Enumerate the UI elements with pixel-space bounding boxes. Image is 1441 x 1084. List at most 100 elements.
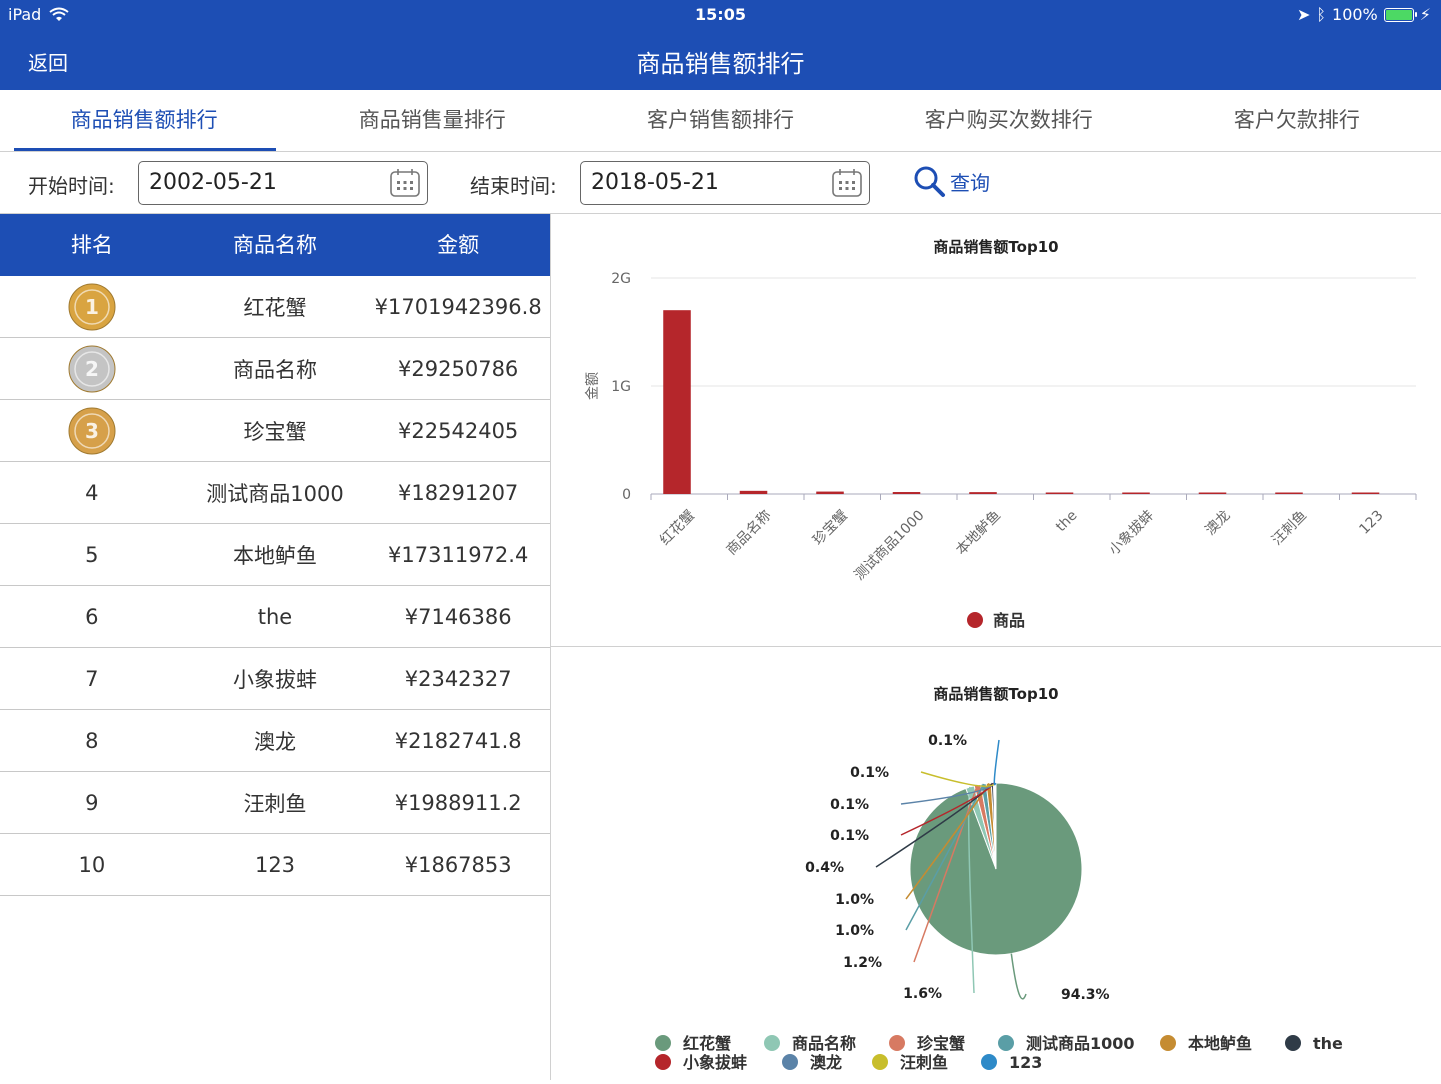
tab-customer-debt[interactable]: 客户欠款排行	[1153, 90, 1441, 151]
y-tick-label: 0	[622, 487, 631, 503]
table-row[interactable]: 1 红花蟹 ¥1701942396.8	[0, 276, 550, 338]
product-name-cell: 汪刺鱼	[243, 791, 307, 816]
x-tick-label: 123	[1356, 508, 1386, 538]
product-name-cell: the	[257, 604, 293, 629]
legend-marker	[655, 1035, 671, 1051]
bar[interactable]	[663, 310, 691, 494]
rank-cell: 5	[85, 542, 99, 567]
medal-rank: 3	[85, 419, 99, 443]
amount-cell: ¥7146386	[404, 604, 512, 629]
legend-marker	[655, 1054, 671, 1070]
table-row[interactable]: 9 汪刺鱼 ¥1988911.2	[0, 772, 550, 834]
pie-percent-label: 1.2%	[843, 955, 882, 971]
rank-cell: 1	[0, 283, 184, 331]
legend-label[interactable]: 珍宝蟹	[917, 1034, 965, 1053]
legend-marker	[782, 1054, 798, 1070]
pie-label-line	[1010, 953, 1027, 1000]
table-row[interactable]: 2 商品名称 ¥29250786	[0, 338, 550, 400]
x-tick-label: 本地鲈鱼	[952, 507, 1004, 559]
pie-percent-label: 1.0%	[835, 892, 874, 908]
y-tick-label: 2G	[611, 271, 631, 287]
table-row[interactable]: 8 澳龙 ¥2182741.8	[0, 710, 550, 772]
legend-label[interactable]: 本地鲈鱼	[1188, 1034, 1252, 1053]
tab-customer-purchase-count[interactable]: 客户购买次数排行	[865, 90, 1153, 151]
table-row[interactable]: 4 测试商品1000 ¥18291207	[0, 462, 550, 524]
amount-cell: ¥2342327	[404, 666, 512, 691]
x-tick-label: 珍宝蟹	[810, 508, 851, 549]
legend-marker	[872, 1054, 888, 1070]
legend-marker	[1160, 1035, 1176, 1051]
pie-percent-label: 1.6%	[903, 986, 942, 1002]
tab-bar: 商品销售额排行 商品销售量排行 客户销售额排行 客户购买次数排行 客户欠款排行	[0, 90, 1441, 152]
end-date-value: 2018-05-21	[591, 170, 719, 195]
bar[interactable]	[1045, 492, 1074, 495]
date-filter: 开始时间: 2002-05-21 结束时间: 2018-05-21 查询	[0, 152, 1441, 214]
legend-label[interactable]: the	[1313, 1034, 1343, 1053]
medal-icon: 3	[68, 407, 116, 454]
header-amount: 金额	[437, 233, 480, 257]
end-date-field[interactable]: 2018-05-21	[580, 161, 870, 205]
medal-icon: 2	[68, 345, 116, 392]
table-row[interactable]: 10 123 ¥1867853	[0, 834, 550, 896]
product-name-cell: 123	[254, 852, 296, 877]
bar[interactable]	[1122, 492, 1150, 495]
table-row[interactable]: 5 本地鲈鱼 ¥17311972.4	[0, 524, 550, 586]
y-tick-label: 1G	[611, 379, 631, 395]
bar-chart-title: 商品销售额Top10	[933, 238, 1058, 256]
table-row[interactable]: 7 小象拔蚌 ¥2342327	[0, 648, 550, 710]
pie-percent-label: 1.0%	[835, 923, 874, 939]
medal-rank: 1	[85, 295, 99, 319]
legend-label[interactable]: 小象拔蚌	[683, 1053, 747, 1072]
battery-icon	[1383, 7, 1417, 22]
product-name-cell: 红花蟹	[243, 295, 307, 320]
rank-cell: 9	[85, 790, 99, 815]
amount-cell: ¥17311972.4	[388, 542, 529, 567]
header-rank: 排名	[70, 233, 113, 257]
rank-cell: 8	[85, 728, 99, 753]
pie-chart-title: 商品销售额Top10	[933, 685, 1058, 703]
pie-slice[interactable]	[994, 782, 997, 870]
calendar-icon[interactable]	[831, 168, 863, 198]
x-tick-label: the	[1053, 508, 1081, 536]
rank-cell: 4	[85, 480, 99, 505]
calendar-icon[interactable]	[389, 168, 421, 198]
bar[interactable]	[816, 491, 844, 494]
bar[interactable]	[739, 490, 768, 494]
x-tick-label: 红花蟹	[657, 508, 698, 549]
query-label: 查询	[950, 170, 990, 195]
amount-cell: ¥1701942396.8	[374, 294, 542, 319]
legend-label[interactable]: 123	[1009, 1053, 1042, 1072]
table-row[interactable]: 3 珍宝蟹 ¥22542405	[0, 400, 550, 462]
bar[interactable]	[1351, 492, 1380, 495]
start-date-field[interactable]: 2002-05-21	[138, 161, 428, 205]
amount-cell: ¥1988911.2	[394, 790, 522, 815]
legend-label[interactable]: 红花蟹	[683, 1034, 731, 1053]
bar[interactable]	[1198, 492, 1227, 495]
legend-label[interactable]: 商品名称	[792, 1034, 856, 1053]
legend-label[interactable]: 测试商品1000	[1026, 1034, 1135, 1053]
status-time: 15:05	[695, 5, 746, 24]
product-name-cell: 澳龙	[254, 729, 296, 754]
legend-marker	[889, 1035, 905, 1051]
legend-marker	[998, 1035, 1014, 1051]
table-row[interactable]: 6 the ¥7146386	[0, 586, 550, 648]
legend-label[interactable]: 汪刺鱼	[900, 1053, 948, 1072]
tab-product-sales-amount[interactable]: 商品销售额排行	[0, 90, 288, 151]
bar[interactable]	[969, 492, 997, 494]
bar[interactable]	[892, 492, 921, 494]
legend-marker	[981, 1054, 997, 1070]
pie-percent-label: 0.4%	[805, 860, 844, 876]
start-date-value: 2002-05-21	[149, 170, 277, 195]
bar[interactable]	[1275, 492, 1303, 495]
query-button[interactable]: 查询	[912, 164, 990, 198]
amount-cell: ¥22542405	[398, 418, 519, 443]
legend-label[interactable]: 澳龙	[810, 1053, 842, 1072]
x-tick-label: 测试商品1000	[851, 508, 927, 584]
tab-product-sales-volume[interactable]: 商品销售量排行	[288, 90, 576, 151]
tab-customer-sales-amount[interactable]: 客户销售额排行	[576, 90, 864, 151]
end-date-label: 结束时间:	[470, 174, 557, 198]
rank-cell: 7	[85, 666, 99, 691]
x-tick-label: 小象拔蚌	[1106, 508, 1157, 559]
legend-label[interactable]: 商品	[993, 611, 1025, 630]
product-name-cell: 测试商品1000	[206, 481, 344, 506]
